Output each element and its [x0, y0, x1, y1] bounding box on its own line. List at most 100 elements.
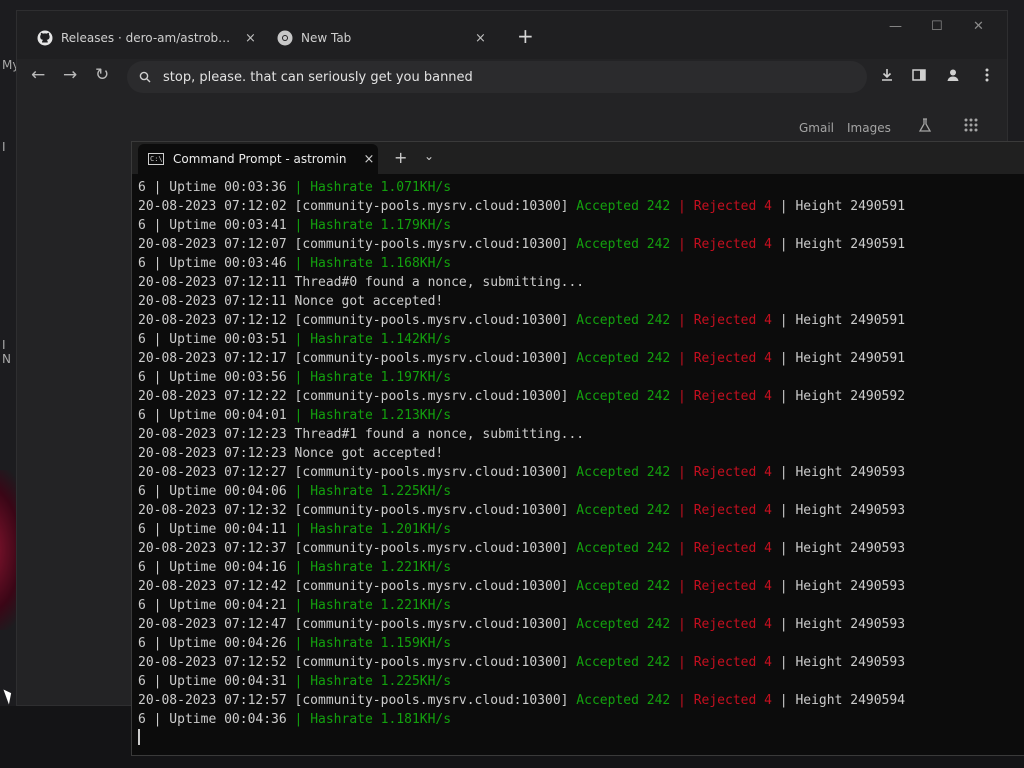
back-button[interactable]: ←: [31, 65, 45, 85]
terminal-line: 6 | Uptime 00:04:31 | Hashrate 1.225KH/s: [138, 672, 1024, 691]
terminal-text-segment: 20-08-2023 07:12:32 [community-pools.mys…: [138, 503, 577, 518]
terminal-text-segment: | Height 2490593: [779, 541, 906, 556]
terminal-output[interactable]: 6 | Uptime 00:03:36 | Hashrate 1.071KH/s…: [138, 178, 1024, 755]
terminal-line: 20-08-2023 07:12:11 Thread#0 found a non…: [138, 273, 1024, 292]
terminal-line: 20-08-2023 07:12:52 [community-pools.mys…: [138, 653, 1024, 672]
images-link[interactable]: Images: [847, 121, 891, 135]
terminal-text-segment: 20-08-2023 07:12:57 [community-pools.mys…: [138, 693, 577, 708]
terminal-text-segment: 20-08-2023 07:12:27 [community-pools.mys…: [138, 465, 577, 480]
terminal-rejected-segment: | Rejected 4: [678, 503, 780, 518]
gmail-link[interactable]: Gmail: [799, 121, 834, 135]
menu-icon[interactable]: [979, 67, 995, 87]
terminal-text-segment: 20-08-2023 07:12:52 [community-pools.mys…: [138, 655, 577, 670]
terminal-text-segment: 20-08-2023 07:12:22 [community-pools.mys…: [138, 389, 577, 404]
sidebar-icon[interactable]: [911, 67, 927, 87]
terminal-line: 6 | Uptime 00:03:51 | Hashrate 1.142KH/s: [138, 330, 1024, 349]
terminal-rejected-segment: | Rejected 4: [678, 465, 780, 480]
terminal-text-segment: 20-08-2023 07:12:11 Nonce got accepted!: [138, 294, 444, 309]
terminal-text-segment: 6 | Uptime 00:04:31: [138, 674, 295, 689]
terminal-accepted-segment: | Hashrate 1.213KH/s: [294, 408, 452, 423]
terminal-prompt-line[interactable]: [138, 729, 1024, 748]
address-bar-text[interactable]: stop, please. that can seriously get you…: [163, 70, 473, 85]
terminal-line: 20-08-2023 07:12:23 Thread#1 found a non…: [138, 425, 1024, 444]
terminal-text-segment: 6 | Uptime 00:04:11: [138, 522, 295, 537]
apps-grid-icon[interactable]: [963, 117, 979, 136]
terminal-rejected-segment: | Rejected 4: [678, 199, 780, 214]
terminal-tab[interactable]: C:\ Command Prompt - astromin ×: [138, 144, 378, 174]
terminal-accepted-segment: | Hashrate 1.225KH/s: [294, 484, 452, 499]
close-icon[interactable]: ×: [475, 31, 486, 46]
terminal-rejected-segment: | Rejected 4: [678, 541, 780, 556]
terminal-line: 20-08-2023 07:12:07 [community-pools.mys…: [138, 235, 1024, 254]
terminal-accepted-segment: Accepted 242: [576, 465, 679, 480]
terminal-rejected-segment: | Rejected 4: [678, 655, 780, 670]
terminal-text-segment: | Height 2490593: [779, 655, 906, 670]
terminal-text-segment: 20-08-2023 07:12:42 [community-pools.mys…: [138, 579, 577, 594]
new-tab-button[interactable]: +: [517, 26, 534, 46]
github-icon: [37, 30, 53, 46]
minimize-button[interactable]: —: [889, 19, 902, 34]
terminal-accepted-segment: Accepted 242: [576, 351, 679, 366]
desktop-edge-text: I: [2, 140, 6, 154]
terminal-line: 6 | Uptime 00:04:16 | Hashrate 1.221KH/s: [138, 558, 1024, 577]
terminal-line: 6 | Uptime 00:04:11 | Hashrate 1.201KH/s: [138, 520, 1024, 539]
terminal-accepted-segment: | Hashrate 1.181KH/s: [294, 712, 452, 727]
browser-toolbar: ← → ↻ stop, please. that can seriously g…: [17, 59, 1007, 95]
terminal-text-segment: | Height 2490591: [779, 237, 906, 252]
browser-tab-new-tab[interactable]: New Tab ×: [277, 23, 497, 53]
terminal-line: 20-08-2023 07:12:23 Nonce got accepted!: [138, 444, 1024, 463]
terminal-line: 6 | Uptime 00:04:06 | Hashrate 1.225KH/s: [138, 482, 1024, 501]
terminal-text-segment: 20-08-2023 07:12:23 Nonce got accepted!: [138, 446, 444, 461]
terminal-line: 6 | Uptime 00:03:36 | Hashrate 1.071KH/s: [138, 178, 1024, 197]
terminal-rejected-segment: | Rejected 4: [678, 617, 780, 632]
chevron-down-icon[interactable]: ⌄: [424, 149, 434, 163]
terminal-text-segment: 20-08-2023 07:12:23 Thread#1 found a non…: [138, 427, 585, 442]
terminal-accepted-segment: Accepted 242: [576, 503, 679, 518]
desktop-edge-text: N: [2, 352, 11, 366]
terminal-line: 20-08-2023 07:12:32 [community-pools.mys…: [138, 501, 1024, 520]
profile-icon[interactable]: [945, 67, 961, 87]
labs-icon[interactable]: [917, 117, 933, 136]
terminal-accepted-segment: Accepted 242: [576, 237, 679, 252]
browser-tab-releases[interactable]: Releases · dero-am/astrobwt-mi ×: [37, 23, 269, 53]
terminal-rejected-segment: | Rejected 4: [678, 389, 780, 404]
close-icon[interactable]: ×: [245, 31, 256, 46]
terminal-accepted-segment: | Hashrate 1.225KH/s: [294, 674, 452, 689]
terminal-accepted-segment: Accepted 242: [576, 541, 679, 556]
terminal-text-segment: | Height 2490593: [779, 465, 906, 480]
terminal-accepted-segment: | Hashrate 1.221KH/s: [294, 598, 452, 613]
terminal-line: 20-08-2023 07:12:17 [community-pools.mys…: [138, 349, 1024, 368]
terminal-line: 20-08-2023 07:12:11 Nonce got accepted!: [138, 292, 1024, 311]
terminal-line: 6 | Uptime 00:03:41 | Hashrate 1.179KH/s: [138, 216, 1024, 235]
close-icon[interactable]: ×: [363, 152, 374, 167]
maximize-button[interactable]: ☐: [931, 19, 943, 34]
terminal-text-segment: 20-08-2023 07:12:07 [community-pools.mys…: [138, 237, 577, 252]
terminal-line: 20-08-2023 07:12:57 [community-pools.mys…: [138, 691, 1024, 710]
terminal-line: 20-08-2023 07:12:37 [community-pools.mys…: [138, 539, 1024, 558]
terminal-text-segment: 6 | Uptime 00:04:21: [138, 598, 295, 613]
terminal-rejected-segment: | Rejected 4: [678, 237, 780, 252]
chrome-icon: [277, 30, 293, 46]
terminal-accepted-segment: | Hashrate 1.168KH/s: [294, 256, 452, 271]
forward-button[interactable]: →: [63, 65, 77, 85]
terminal-text-segment: 6 | Uptime 00:03:36: [138, 180, 295, 195]
download-icon[interactable]: [879, 67, 895, 87]
terminal-accepted-segment: | Hashrate 1.159KH/s: [294, 636, 452, 651]
terminal-accepted-segment: | Hashrate 1.197KH/s: [294, 370, 452, 385]
terminal-line: 6 | Uptime 00:03:56 | Hashrate 1.197KH/s: [138, 368, 1024, 387]
terminal-text-segment: 6 | Uptime 00:03:51: [138, 332, 295, 347]
terminal-text-segment: 6 | Uptime 00:03:46: [138, 256, 295, 271]
terminal-accepted-segment: | Hashrate 1.201KH/s: [294, 522, 452, 537]
terminal-text-segment: | Height 2490591: [779, 313, 906, 328]
reload-button[interactable]: ↻: [95, 65, 109, 85]
terminal-text-segment: | Height 2490591: [779, 199, 906, 214]
close-window-button[interactable]: ✕: [973, 19, 984, 34]
new-terminal-tab-button[interactable]: +: [394, 148, 407, 167]
terminal-accepted-segment: Accepted 242: [576, 655, 679, 670]
terminal-text-segment: 6 | Uptime 00:03:56: [138, 370, 295, 385]
address-bar[interactable]: stop, please. that can seriously get you…: [127, 61, 867, 93]
terminal-line: 6 | Uptime 00:04:01 | Hashrate 1.213KH/s: [138, 406, 1024, 425]
terminal-accepted-segment: | Hashrate 1.071KH/s: [294, 180, 452, 195]
terminal-text-segment: | Height 2490592: [779, 389, 906, 404]
terminal-line: 6 | Uptime 00:04:36 | Hashrate 1.181KH/s: [138, 710, 1024, 729]
